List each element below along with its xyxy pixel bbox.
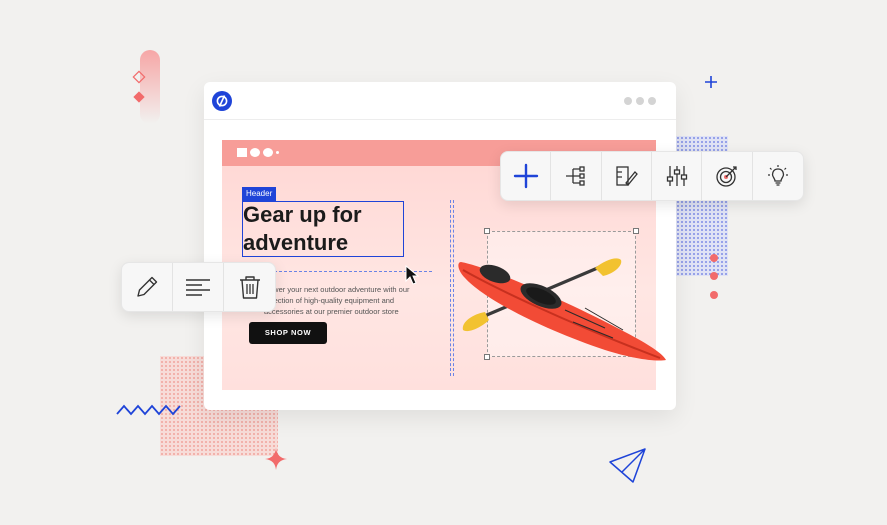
add-icon [513,163,538,189]
header-tag: Header [242,187,277,201]
sparkle-decoration-icon [265,448,287,470]
red-dot [710,254,718,262]
ideas-button[interactable] [753,152,803,200]
site-logo[interactable] [237,148,279,157]
target-button[interactable] [702,152,753,200]
paper-plane-icon [609,448,646,483]
red-dot [710,272,718,280]
red-dot [710,291,718,299]
align-text-icon [186,279,210,296]
add-button[interactable] [501,152,552,200]
shop-now-button[interactable]: SHOP NOW [249,322,327,344]
design-icon [616,166,639,186]
window-dot [624,97,632,105]
resize-handle[interactable] [633,228,639,234]
plus-decoration-icon [705,76,717,88]
body-text[interactable]: Power your next outdoor adventure with o… [264,284,416,317]
target-icon [716,166,737,187]
browser-title-bar [204,82,676,120]
adjust-button[interactable] [652,152,703,200]
logo-dot [276,151,279,154]
logo-circle [250,148,260,157]
diamond-decoration-icon [132,70,146,103]
trash-icon [239,276,260,299]
window-menu[interactable] [624,97,656,105]
zigzag-decoration-icon [116,404,181,416]
logo-circle [263,148,273,157]
text-toolbar [121,262,276,312]
resize-handle[interactable] [484,228,490,234]
logo-square [237,148,247,157]
column-guide-vertical [450,200,454,376]
sitemap-button[interactable] [551,152,602,200]
kayak-image[interactable] [455,250,670,368]
mouse-cursor-icon [405,265,420,285]
pencil-icon [137,276,158,297]
edit-button[interactable] [122,263,173,311]
design-button[interactable] [602,152,652,200]
brand-logo-icon[interactable] [212,91,232,111]
delete-button[interactable] [224,263,275,311]
headline[interactable]: Gear up for adventure [243,201,413,257]
element-toolbar [500,151,804,201]
align-button[interactable] [173,263,224,311]
window-dot [636,97,644,105]
lightbulb-icon [767,165,788,186]
window-dot [648,97,656,105]
sitemap-icon [565,166,585,186]
sliders-icon [666,166,687,186]
